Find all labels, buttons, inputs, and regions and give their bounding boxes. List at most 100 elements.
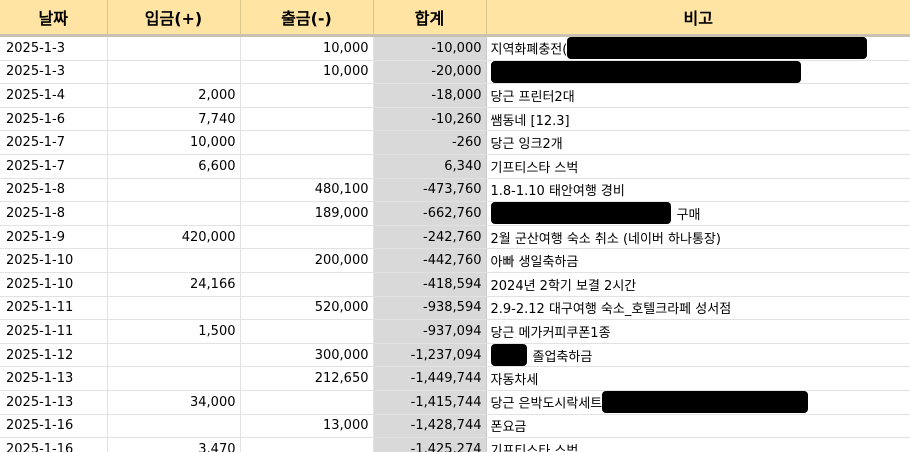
date-cell[interactable]: 2025-1-3: [0, 35, 108, 61]
note-cell[interactable]: 폰요금: [486, 414, 910, 439]
header-total[interactable]: 합계: [373, 0, 487, 37]
total-cell[interactable]: 6,340: [373, 154, 487, 179]
total-cell[interactable]: -10,000: [373, 35, 487, 61]
date-cell[interactable]: 2025-1-13: [0, 366, 108, 391]
income-cell[interactable]: 2,000: [107, 83, 241, 108]
date-cell[interactable]: 2025-1-7: [0, 154, 108, 179]
total-cell[interactable]: -662,760: [373, 201, 487, 226]
income-cell[interactable]: [107, 201, 241, 226]
note-cell[interactable]: 당근 프린터2대: [486, 83, 910, 108]
date-cell[interactable]: 2025-1-9: [0, 225, 108, 250]
header-date[interactable]: 날짜: [0, 0, 108, 37]
note-text: 당근 은박도시락세트: [490, 396, 603, 412]
total-cell[interactable]: -1,415,744: [373, 390, 487, 415]
note-cell[interactable]: 쌤동네 [12.3]: [486, 107, 910, 132]
date-cell[interactable]: 2025-1-16: [0, 414, 108, 439]
date-cell[interactable]: 2025-1-10: [0, 248, 108, 273]
note-cell[interactable]: 2024년 2학기 보결 2시간: [486, 272, 910, 297]
expense-cell[interactable]: 10,000: [240, 60, 374, 85]
total-cell[interactable]: -242,760: [373, 225, 487, 250]
date-cell[interactable]: 2025-1-16: [0, 437, 108, 452]
expense-cell[interactable]: 212,650: [240, 366, 374, 391]
date-cell[interactable]: 2025-1-12: [0, 343, 108, 368]
total-cell[interactable]: -260: [373, 130, 487, 155]
income-cell[interactable]: [107, 60, 241, 85]
expense-cell[interactable]: [240, 272, 374, 297]
income-cell[interactable]: [107, 35, 241, 61]
note-cell[interactable]: 2.9-2.12 대구여행 숙소_호텔크라페 성서점: [486, 296, 910, 321]
total-cell[interactable]: -937,094: [373, 319, 487, 344]
expense-cell[interactable]: [240, 107, 374, 132]
income-cell[interactable]: [107, 343, 241, 368]
expense-cell[interactable]: 480,100: [240, 178, 374, 203]
expense-cell[interactable]: [240, 83, 374, 108]
note-cell[interactable]: 당근 잉크2개: [486, 130, 910, 155]
total-cell[interactable]: -18,000: [373, 83, 487, 108]
total-cell[interactable]: -1,449,744: [373, 366, 487, 391]
total-cell[interactable]: -473,760: [373, 178, 487, 203]
note-cell[interactable]: 지역화폐충전(: [486, 35, 910, 61]
income-cell[interactable]: [107, 414, 241, 439]
header-note[interactable]: 비고: [486, 0, 910, 37]
total-cell[interactable]: -1,237,094: [373, 343, 487, 368]
expense-cell[interactable]: 300,000: [240, 343, 374, 368]
expense-cell[interactable]: [240, 154, 374, 179]
income-cell[interactable]: [107, 366, 241, 391]
total-cell[interactable]: -10,260: [373, 107, 487, 132]
date-cell[interactable]: 2025-1-11: [0, 296, 108, 321]
expense-cell[interactable]: [240, 225, 374, 250]
income-cell[interactable]: [107, 296, 241, 321]
date-cell[interactable]: 2025-1-3: [0, 60, 108, 85]
note-cell[interactable]: 자동차세: [486, 366, 910, 391]
income-cell[interactable]: 420,000: [107, 225, 241, 250]
income-cell[interactable]: [107, 248, 241, 273]
income-cell[interactable]: [107, 178, 241, 203]
expense-cell[interactable]: [240, 437, 374, 452]
note-cell[interactable]: 2월 군산여행 숙소 취소 (네이버 하나통장): [486, 225, 910, 250]
note-cell[interactable]: 졸업축하금: [486, 343, 910, 368]
total-cell[interactable]: -938,594: [373, 296, 487, 321]
note-cell[interactable]: 1.8-1.10 태안여행 경비: [486, 178, 910, 203]
total-cell[interactable]: -1,428,744: [373, 414, 487, 439]
note-cell[interactable]: 기프티스타 스벅: [486, 154, 910, 179]
total-cell[interactable]: -442,760: [373, 248, 487, 273]
table-body: 2025-1-3 10,000 -10,000 지역화폐충전(2025-1-3 10,0…: [0, 35, 910, 452]
expense-cell[interactable]: 10,000: [240, 35, 374, 61]
note-cell[interactable]: [486, 60, 910, 85]
income-cell[interactable]: 3,470: [107, 437, 241, 452]
expense-cell[interactable]: [240, 319, 374, 344]
date-cell[interactable]: 2025-1-4: [0, 83, 108, 108]
income-cell[interactable]: 10,000: [107, 130, 241, 155]
spreadsheet: 날짜 입금(+) 출금(-) 합계 비고 2025-1-3 10,000 -10,0…: [0, 0, 910, 452]
note-text: 2월 군산여행 숙소 취소 (네이버 하나통장): [490, 231, 721, 247]
total-cell[interactable]: -20,000: [373, 60, 487, 85]
note-cell[interactable]: 구매: [486, 201, 910, 226]
date-cell[interactable]: 2025-1-13: [0, 390, 108, 415]
expense-cell[interactable]: [240, 390, 374, 415]
date-cell[interactable]: 2025-1-6: [0, 107, 108, 132]
header-income[interactable]: 입금(+): [107, 0, 241, 37]
expense-cell[interactable]: 200,000: [240, 248, 374, 273]
income-cell[interactable]: 1,500: [107, 319, 241, 344]
header-expense[interactable]: 출금(-): [240, 0, 374, 37]
expense-cell[interactable]: 520,000: [240, 296, 374, 321]
note-cell[interactable]: 당근 은박도시락세트: [486, 390, 910, 415]
note-cell[interactable]: 당근 메가커피쿠폰1종: [486, 319, 910, 344]
income-cell[interactable]: 7,740: [107, 107, 241, 132]
income-cell[interactable]: 6,600: [107, 154, 241, 179]
table-row: 2025-1-8 189,000 -662,760 구매: [0, 201, 910, 226]
total-cell[interactable]: -1,425,274: [373, 437, 487, 452]
income-cell[interactable]: 24,166: [107, 272, 241, 297]
expense-cell[interactable]: 13,000: [240, 414, 374, 439]
date-cell[interactable]: 2025-1-10: [0, 272, 108, 297]
date-cell[interactable]: 2025-1-7: [0, 130, 108, 155]
date-cell[interactable]: 2025-1-8: [0, 201, 108, 226]
note-cell[interactable]: 아빠 생일축하금: [486, 248, 910, 273]
date-cell[interactable]: 2025-1-8: [0, 178, 108, 203]
note-cell[interactable]: 기프티스타 스벅: [486, 437, 910, 452]
income-cell[interactable]: 34,000: [107, 390, 241, 415]
date-cell[interactable]: 2025-1-11: [0, 319, 108, 344]
expense-cell[interactable]: 189,000: [240, 201, 374, 226]
expense-cell[interactable]: [240, 130, 374, 155]
total-cell[interactable]: -418,594: [373, 272, 487, 297]
